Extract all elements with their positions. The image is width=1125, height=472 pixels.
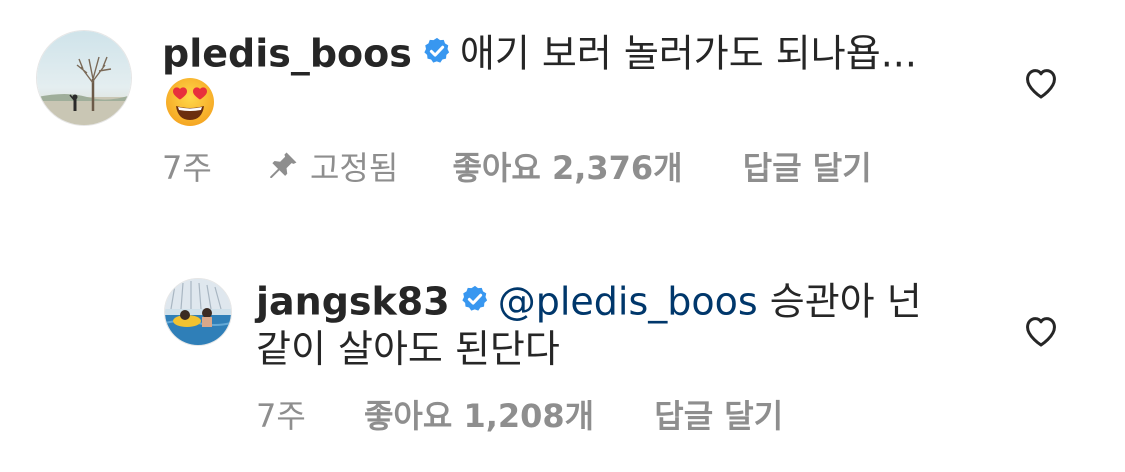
reply-button[interactable]: 답글 달기 xyxy=(654,396,783,436)
comment-time[interactable]: 7주 xyxy=(256,396,306,436)
comment-text-line2: 같이 살아도 된단다 xyxy=(256,327,560,371)
username[interactable]: jangsk83 xyxy=(256,280,450,324)
comment-body-line2: 같이 살아도 된단다 xyxy=(256,326,560,372)
mention-link[interactable]: @pledis_boos xyxy=(498,280,758,324)
comment-text-line1: 승관아 넌 xyxy=(769,279,922,324)
comment-meta: 7주 고정됨 좋아요 2,376개 답글 달기 xyxy=(162,148,872,192)
heart-outline-icon[interactable] xyxy=(1022,64,1060,104)
pinned-label: 고정됨 xyxy=(309,149,399,187)
username[interactable]: pledis_boos xyxy=(162,32,412,76)
avatar-image xyxy=(165,279,231,345)
comment-meta: 7주 좋아요 1,208개 답글 달기 xyxy=(256,396,783,436)
pin-icon xyxy=(266,149,300,192)
likes-count[interactable]: 좋아요 2,376개 xyxy=(452,148,682,188)
verified-badge-icon xyxy=(422,30,452,76)
avatar[interactable] xyxy=(164,278,232,346)
comment-text: 애기 보러 놀러가도 되나욥... xyxy=(459,31,917,76)
heart-eyes-emoji xyxy=(164,76,216,132)
comment-body: jangsk83 @pledis_boos 승관아 넌 xyxy=(256,278,922,330)
pinned-indicator: 고정됨 xyxy=(266,148,398,192)
comment-body: pledis_boos 애기 보러 놀러가도 되나욥... xyxy=(162,30,917,82)
likes-count[interactable]: 좋아요 1,208개 xyxy=(364,396,594,436)
avatar[interactable] xyxy=(36,30,132,126)
comment-time[interactable]: 7주 xyxy=(162,148,212,188)
reply-button[interactable]: 답글 달기 xyxy=(743,148,872,188)
avatar-image xyxy=(37,31,131,125)
heart-outline-icon[interactable] xyxy=(1022,312,1060,352)
verified-badge-icon xyxy=(460,278,490,324)
